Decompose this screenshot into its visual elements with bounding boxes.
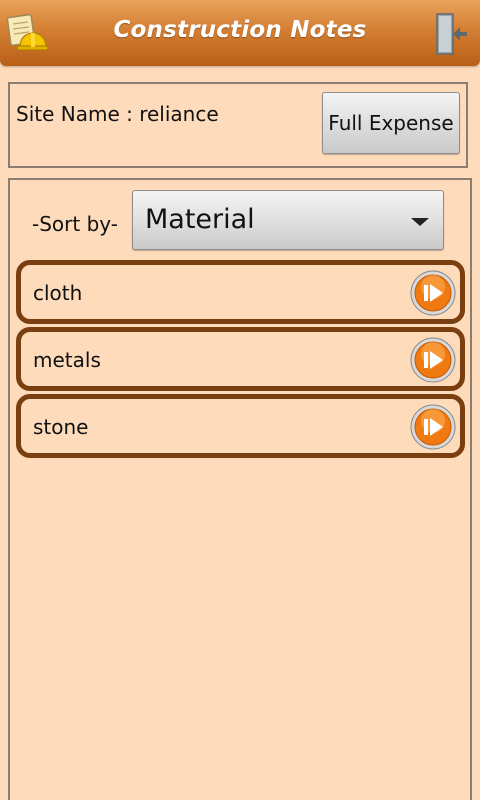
item-list: cloth metals stone [16,260,466,461]
dropdown-arrow-icon [411,218,429,226]
exit-door-icon[interactable] [434,12,470,56]
list-item[interactable]: metals [16,327,465,391]
item-label: stone [33,415,89,439]
sort-by-label: -Sort by- [32,212,118,236]
play-arrow-icon[interactable] [410,337,456,383]
site-name-label: Site Name : reliance [16,102,219,126]
material-list-panel: -Sort by- Material cloth metals stone [8,178,472,800]
full-expense-button[interactable]: Full Expense [322,92,460,154]
header-bar: Construction Notes [0,0,480,66]
site-panel: Site Name : reliance Full Expense [8,82,468,168]
item-label: cloth [33,281,83,305]
sort-selected-value: Material [145,204,255,235]
app-title: Construction Notes [113,17,367,43]
play-arrow-icon[interactable] [410,270,456,316]
play-arrow-icon[interactable] [410,404,456,450]
list-item[interactable]: cloth [16,260,465,324]
list-item[interactable]: stone [16,394,465,458]
app-screen: Construction Notes Site Name : reliance … [0,0,480,800]
item-label: metals [33,348,101,372]
sort-by-dropdown[interactable]: Material [132,190,444,250]
